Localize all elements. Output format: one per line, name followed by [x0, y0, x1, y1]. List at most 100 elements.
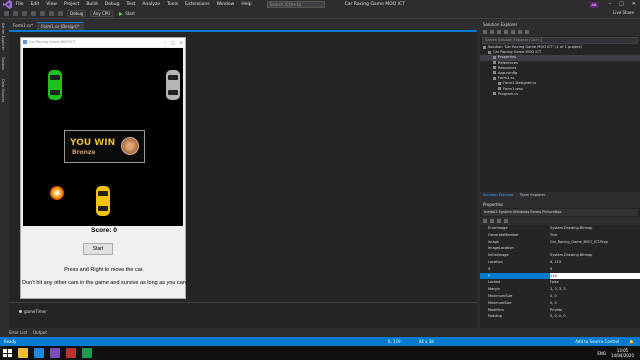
- property-value[interactable]: System.Drawing.Bitmap: [550, 252, 640, 259]
- home-icon[interactable]: [497, 30, 501, 34]
- search-input[interactable]: Search (Ctrl+Q): [266, 1, 325, 8]
- tab-output[interactable]: Output: [33, 329, 47, 337]
- property-row[interactable]: Location 6, 119: [480, 259, 640, 266]
- property-row[interactable]: Locked False: [480, 279, 640, 286]
- instructions-label-1[interactable]: Press and Right to move the car.: [21, 267, 187, 274]
- windows-start-icon[interactable]: [2, 348, 12, 358]
- events-icon[interactable]: [504, 219, 508, 223]
- collapse-all-icon[interactable]: [518, 30, 522, 34]
- tab-error-list[interactable]: Error List: [9, 329, 27, 337]
- new-item-icon[interactable]: [22, 11, 27, 16]
- score-label[interactable]: Score: 0: [21, 227, 187, 234]
- solution-search-input[interactable]: Search Solution Explorer (Ctrl+;): [482, 37, 638, 44]
- start-game-button[interactable]: Start: [83, 243, 113, 255]
- property-row[interactable]: X6: [480, 266, 640, 273]
- tab-team-explorer[interactable]: Team Explorer: [520, 192, 546, 199]
- properties-icon[interactable]: [497, 219, 501, 223]
- menu-tools[interactable]: Tools: [167, 2, 178, 7]
- tab-form1-code[interactable]: Form1.cs*: [9, 22, 37, 30]
- menu-window[interactable]: Window: [217, 2, 235, 7]
- player-car-yellow[interactable]: [96, 186, 110, 216]
- award-banner[interactable]: YOU WIN Bronze: [64, 130, 145, 163]
- forward-icon[interactable]: [490, 30, 494, 34]
- property-row[interactable]: ImageLocation: [480, 245, 640, 252]
- property-value[interactable]: 0, 0, 0, 0: [550, 313, 640, 320]
- categorized-icon[interactable]: [483, 219, 487, 223]
- ai-car-grey[interactable]: [166, 70, 180, 100]
- menu-file[interactable]: File: [16, 2, 24, 7]
- back-icon[interactable]: [483, 30, 487, 34]
- forward-icon[interactable]: [13, 11, 18, 16]
- alphabetical-icon[interactable]: [490, 219, 494, 223]
- explosion-picture[interactable]: [50, 186, 64, 200]
- tab-data-sources[interactable]: Data Sources: [1, 79, 5, 102]
- configuration-dropdown[interactable]: Debug: [67, 10, 87, 17]
- app-icon[interactable]: [66, 348, 76, 358]
- property-value[interactable]: 0, 0: [550, 293, 640, 300]
- property-value[interactable]: System.Drawing.Bitmap: [550, 225, 640, 232]
- save-all-icon[interactable]: [40, 11, 45, 16]
- tab-solution-explorer[interactable]: Solution Explorer: [483, 192, 514, 199]
- form-window[interactable]: Car Racing Game MOO ICT – □ ✕ YOU WIN Br…: [20, 37, 186, 299]
- start-debug-button[interactable]: Start: [119, 11, 135, 16]
- property-row[interactable]: Modifiers Private: [480, 307, 640, 314]
- property-value[interactable]: 3, 3, 3, 3: [550, 286, 640, 293]
- redo-icon[interactable]: [58, 11, 63, 16]
- language-indicator[interactable]: ENG: [597, 351, 606, 356]
- menu-extensions[interactable]: Extensions: [185, 2, 209, 7]
- refresh-icon[interactable]: [511, 30, 515, 34]
- solution-tree-item[interactable]: Program.cs: [480, 92, 640, 97]
- property-value[interactable]: 6: [550, 266, 640, 273]
- property-row[interactable]: InitialImage System.Drawing.Bitmap: [480, 252, 640, 259]
- close-icon[interactable]: ✕: [632, 1, 636, 7]
- menu-build[interactable]: Build: [86, 2, 97, 7]
- property-value[interactable]: 6, 119: [550, 259, 640, 266]
- ai-car-green[interactable]: [48, 70, 62, 100]
- menu-analyze[interactable]: Analyze: [142, 2, 160, 7]
- properties-icon[interactable]: [525, 30, 529, 34]
- menu-test[interactable]: Test: [126, 2, 135, 7]
- account-avatar[interactable]: AA: [590, 2, 598, 8]
- properties-object-selector[interactable]: medal2 System.Windows.Forms.PictureBox: [482, 209, 638, 216]
- property-row[interactable]: Y 119: [480, 272, 640, 280]
- game-area-panel[interactable]: YOU WIN Bronze: [23, 48, 183, 226]
- menu-project[interactable]: Project: [64, 2, 79, 7]
- menu-edit[interactable]: Edit: [31, 2, 40, 7]
- property-row[interactable]: Image Car_Racing_Game_MOO_ICT.Prop: [480, 239, 640, 246]
- property-value[interactable]: True: [550, 232, 640, 239]
- back-icon[interactable]: [4, 11, 9, 16]
- undo-icon[interactable]: [49, 11, 54, 16]
- property-value[interactable]: Private: [550, 307, 640, 314]
- property-row[interactable]: Margin 3, 3, 3, 3: [480, 286, 640, 293]
- visual-studio-taskbar-icon[interactable]: [50, 348, 60, 358]
- notifications-icon[interactable]: 🔔: [629, 339, 634, 344]
- menu-help[interactable]: Help: [241, 2, 251, 7]
- property-value[interactable]: 119: [550, 272, 640, 280]
- property-row[interactable]: MinimumSize 0, 0: [480, 300, 640, 307]
- sync-icon[interactable]: [504, 30, 508, 34]
- tab-form1-design[interactable]: Form1.cs [Design]*: [37, 22, 84, 30]
- tab-toolbox[interactable]: Toolbox: [1, 57, 5, 70]
- add-to-source-control-button[interactable]: Add to Source Control: [575, 339, 619, 344]
- minimize-icon[interactable]: –: [609, 1, 612, 7]
- property-row[interactable]: GenerateMember True: [480, 232, 640, 239]
- platform-dropdown[interactable]: Any CPU: [90, 10, 114, 17]
- tab-server-explorer[interactable]: Server Explorer: [1, 23, 5, 50]
- live-share-button[interactable]: Live Share: [613, 10, 634, 15]
- property-value[interactable]: [550, 245, 640, 252]
- clock[interactable]: 13:05 14/04/2020: [611, 348, 634, 358]
- instructions-label-2[interactable]: Don't hit any other cars in the game and…: [21, 280, 187, 287]
- game-timer-component[interactable]: gameTimer: [19, 309, 47, 314]
- property-value[interactable]: 0, 0: [550, 300, 640, 307]
- property-row[interactable]: ErrorImage System.Drawing.Bitmap: [480, 225, 640, 232]
- property-value[interactable]: Car_Racing_Game_MOO_ICT.Prop: [550, 239, 640, 246]
- maximize-icon[interactable]: □: [619, 1, 624, 7]
- browser-icon[interactable]: [34, 348, 44, 358]
- save-icon[interactable]: [31, 11, 36, 16]
- app-icon-2[interactable]: [82, 348, 92, 358]
- property-value[interactable]: False: [550, 279, 640, 286]
- property-row[interactable]: Padding 0, 0, 0, 0: [480, 313, 640, 320]
- property-row[interactable]: MaximumSize 0, 0: [480, 293, 640, 300]
- file-explorer-icon[interactable]: [18, 348, 28, 358]
- menu-view[interactable]: View: [46, 2, 57, 7]
